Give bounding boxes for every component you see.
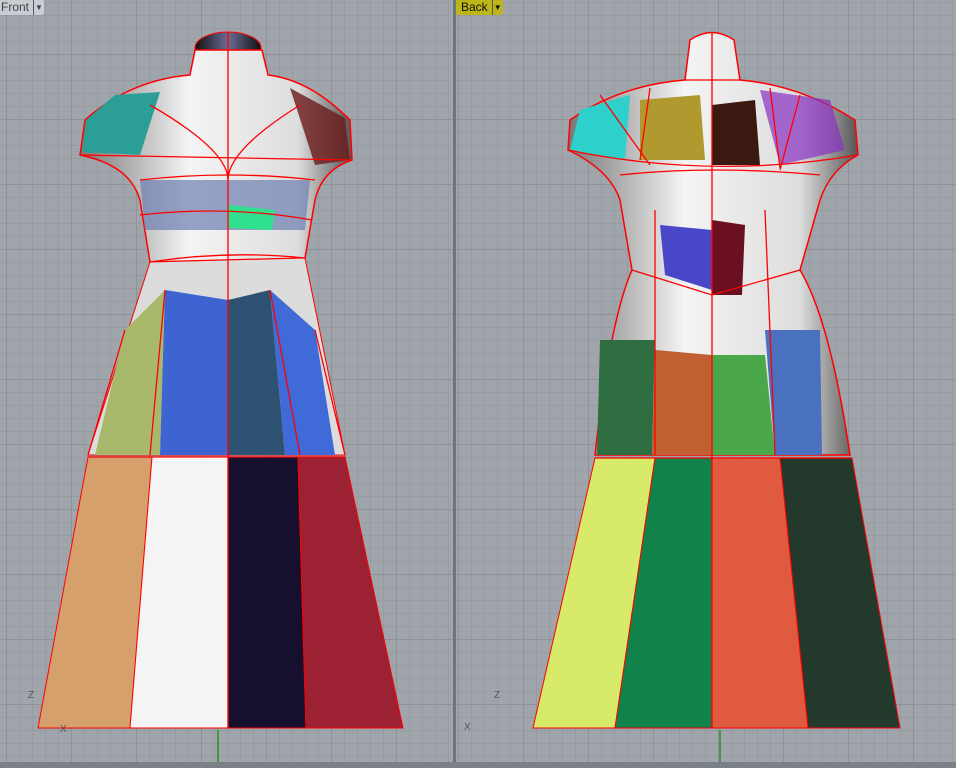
back-viewport[interactable]: Z X: [456, 0, 956, 762]
front-viewport-tab[interactable]: Front ▼: [0, 0, 45, 15]
back-viewport-tab[interactable]: Back ▼: [456, 0, 503, 15]
y-axis-line: [217, 730, 219, 762]
y-axis-line: [719, 730, 721, 762]
x-axis-label: X: [60, 724, 67, 735]
caret-down-icon[interactable]: ▼: [33, 0, 44, 15]
x-axis-label: X: [464, 722, 471, 733]
viewport-title: Front: [1, 0, 30, 14]
z-axis-label: Z: [494, 690, 501, 701]
caret-down-icon[interactable]: ▼: [491, 0, 503, 15]
viewport-splitter[interactable]: [453, 0, 456, 768]
front-dress-model: [37, 31, 404, 729]
front-viewport[interactable]: Z X: [0, 0, 453, 762]
z-axis-label: Z: [28, 690, 35, 701]
viewport-title: Back: [461, 0, 488, 14]
back-dress-model: [532, 31, 901, 729]
bottom-bar: [0, 762, 956, 768]
